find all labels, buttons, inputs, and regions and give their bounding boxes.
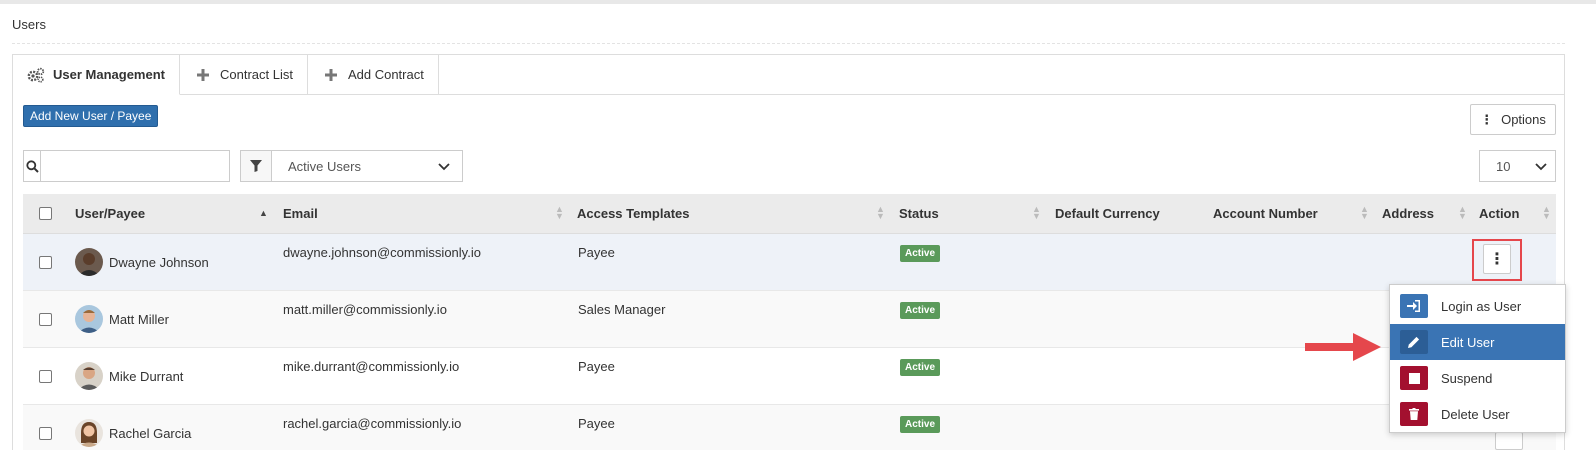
options-label: Options — [1501, 112, 1546, 127]
menu-item-suspend[interactable]: Suspend — [1390, 360, 1565, 396]
menu-item-login-as-user[interactable]: Login as User — [1390, 288, 1565, 324]
user-email: mike.durrant@commissionly.io — [283, 359, 460, 374]
user-email: dwayne.johnson@commissionly.io — [283, 245, 481, 260]
user-access-template: Payee — [578, 245, 615, 260]
sort-icon: ▲ ▼ — [1458, 204, 1467, 221]
column-header-access-templates[interactable]: Access Templates — [577, 194, 690, 233]
tab-contract-list[interactable]: Contract List — [179, 55, 308, 95]
column-header-email[interactable]: Email — [283, 194, 318, 233]
users-table: User/Payee ▲ Email ▲ ▼ Access Templates ▲… — [23, 194, 1556, 450]
annotation-arrow-icon — [1305, 333, 1381, 361]
chevron-down-icon — [438, 159, 450, 174]
plus-icon — [194, 66, 212, 84]
page-size-value: 10 — [1496, 158, 1511, 174]
filter-select[interactable]: Active Users — [272, 151, 462, 181]
status-badge: Active — [900, 359, 941, 376]
select-all-checkbox[interactable] — [39, 207, 52, 220]
column-header-account-number[interactable]: Account Number — [1213, 194, 1318, 233]
pencil-icon — [1400, 330, 1428, 354]
chevron-down-icon — [1535, 159, 1547, 174]
tab-bar: User Management Contract List Add Contra… — [13, 55, 439, 95]
plus-icon — [322, 66, 340, 84]
stop-icon — [1400, 366, 1428, 390]
user-name[interactable]: Mike Durrant — [109, 369, 183, 384]
sort-icon: ▲ ▼ — [555, 204, 564, 221]
menu-item-delete-user[interactable]: Delete User — [1390, 396, 1565, 432]
user-name[interactable]: Rachel Garcia — [109, 426, 191, 441]
menu-item-label: Suspend — [1441, 370, 1493, 386]
menu-item-label: Delete User — [1441, 406, 1510, 422]
avatar — [75, 419, 103, 447]
top-border — [0, 0, 1596, 4]
column-header-user[interactable]: User/Payee — [75, 194, 145, 233]
search-box — [23, 150, 230, 182]
column-header-action: Action — [1479, 206, 1520, 221]
row-checkbox[interactable] — [39, 312, 52, 326]
tabs-divider — [431, 94, 1564, 95]
page-title: Users — [12, 17, 46, 32]
vertical-dots-icon: ⋮ — [1480, 111, 1494, 127]
sort-icon: ▲ ▼ — [1360, 204, 1369, 221]
user-filter: Active Users — [240, 150, 463, 182]
sort-icon: ▲ ▼ — [876, 204, 885, 221]
sort-icon: ▲ ▼ — [1542, 204, 1551, 221]
menu-item-edit-user[interactable]: Edit User — [1390, 324, 1565, 360]
trash-icon — [1400, 402, 1428, 426]
avatar — [75, 362, 103, 390]
table-header: User/Payee ▲ Email ▲ ▼ Access Templates ▲… — [23, 194, 1556, 234]
page-size-select[interactable]: 10 — [1479, 150, 1556, 182]
tab-label: Contract List — [219, 67, 293, 82]
user-email: rachel.garcia@commissionly.io — [283, 416, 462, 431]
title-divider — [12, 43, 1565, 44]
add-new-user-button[interactable]: Add New User / Payee — [23, 105, 159, 127]
row-checkbox[interactable] — [39, 369, 52, 383]
user-email: matt.miller@commissionly.io — [283, 302, 447, 317]
filter-value: Active Users — [288, 158, 361, 174]
menu-item-label: Login as User — [1441, 298, 1522, 314]
search-input[interactable] — [41, 151, 229, 181]
user-management-panel: User Management Contract List Add Contra… — [12, 54, 1565, 450]
options-button[interactable]: ⋮ Options — [1470, 104, 1556, 135]
tab-user-management[interactable]: User Management — [13, 55, 180, 95]
column-header-default-currency[interactable]: Default Currency — [1055, 194, 1160, 233]
menu-item-label: Edit User — [1441, 334, 1495, 350]
table-row: Dwayne Johnson dwayne.johnson@commission… — [23, 234, 1556, 291]
action-highlight-box — [1472, 239, 1522, 281]
sign-in-icon — [1400, 294, 1428, 318]
column-header-status[interactable]: Status — [899, 194, 939, 233]
avatar — [75, 248, 103, 276]
status-badge: Active — [900, 416, 941, 433]
action-dropdown-menu: Login as User Edit User Suspend Delete U… — [1389, 284, 1566, 433]
tab-label: User Management — [53, 67, 165, 82]
table-row: Rachel Garcia rachel.garcia@commissionly… — [23, 405, 1556, 450]
tab-add-contract[interactable]: Add Contract — [307, 55, 439, 95]
row-checkbox[interactable] — [39, 426, 52, 440]
status-badge: Active — [900, 302, 941, 319]
sort-icon: ▲ ▼ — [1032, 204, 1041, 221]
row-checkbox[interactable] — [39, 255, 52, 269]
avatar — [75, 305, 103, 333]
row-action-button[interactable] — [1495, 432, 1523, 450]
search-icon[interactable] — [24, 151, 41, 181]
filter-icon — [241, 151, 272, 181]
user-name[interactable]: Dwayne Johnson — [109, 255, 209, 270]
user-access-template: Payee — [578, 416, 615, 431]
tab-label: Add Contract — [347, 67, 424, 82]
sort-asc-icon: ▲ — [259, 208, 268, 218]
select-all-cell — [39, 194, 52, 233]
user-access-template: Sales Manager — [578, 302, 666, 317]
user-name[interactable]: Matt Miller — [109, 312, 169, 327]
user-access-template: Payee — [578, 359, 615, 374]
gears-icon — [27, 66, 45, 84]
status-badge: Active — [900, 245, 941, 262]
column-header-address[interactable]: Address — [1382, 194, 1434, 233]
